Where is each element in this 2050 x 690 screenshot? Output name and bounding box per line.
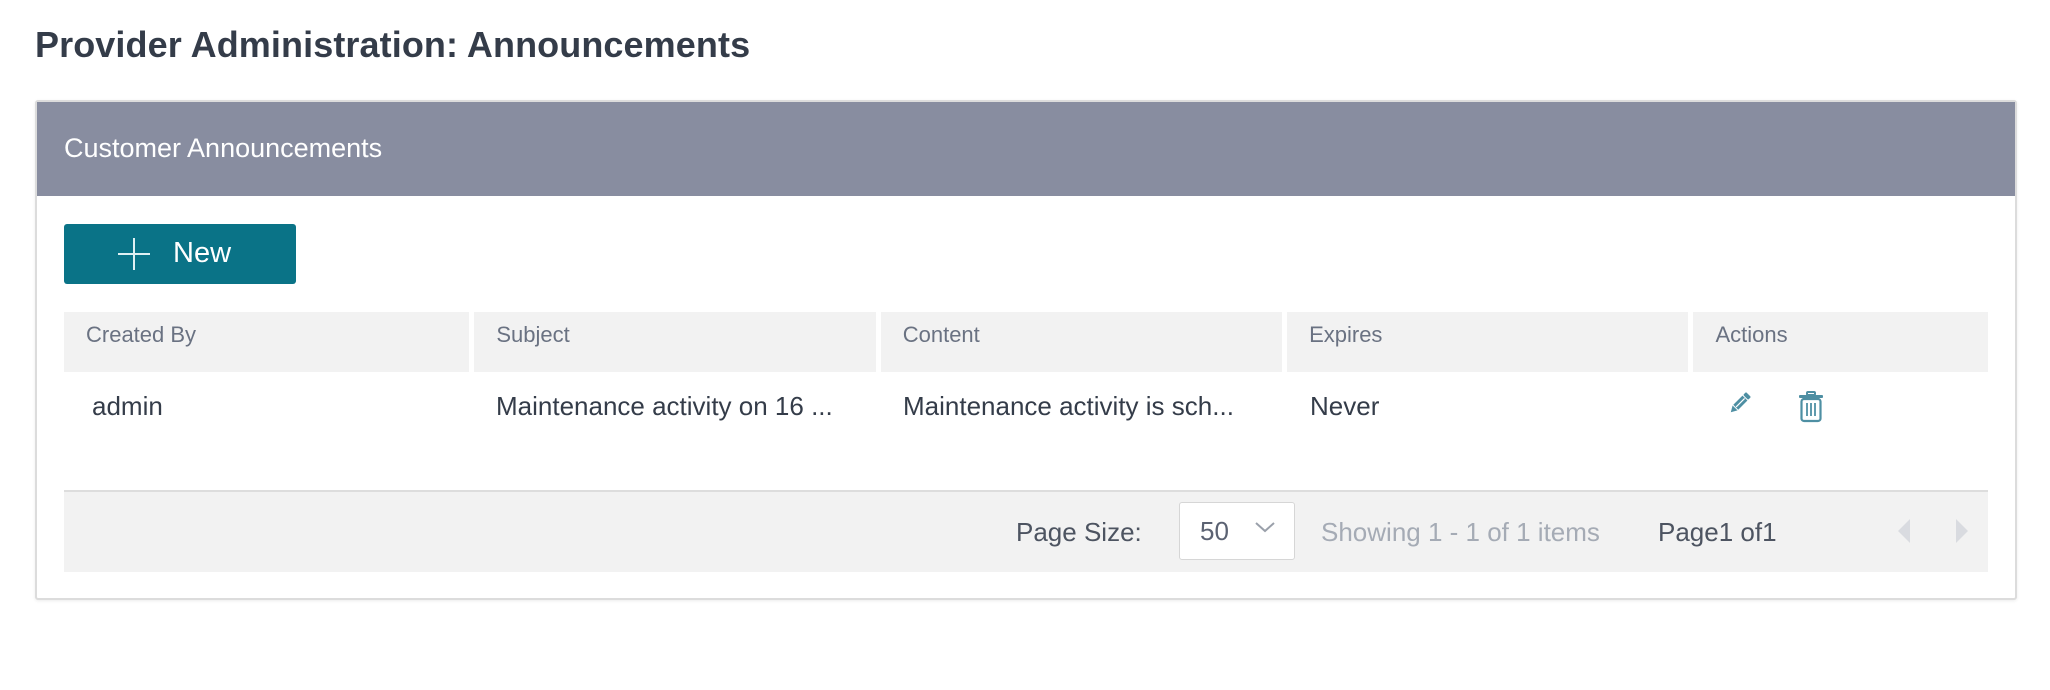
showing-items-text: Showing 1 - 1 of 1 items — [1321, 517, 1600, 547]
column-header-content[interactable]: Content — [880, 312, 1283, 372]
page-size-value: 50 — [1200, 516, 1229, 546]
page-title: Provider Administration: Announcements — [35, 24, 751, 65]
announcements-panel: Customer Announcements New Created By Su… — [35, 100, 2017, 600]
table-header: Created By Subject Content Expires Actio… — [64, 312, 1988, 372]
panel-header: Customer Announcements — [37, 102, 2015, 196]
plus-icon — [118, 238, 150, 270]
page-size-select[interactable]: 50 — [1179, 502, 1295, 560]
new-button-label: New — [173, 237, 232, 269]
chevron-right-icon[interactable] — [1952, 516, 1972, 546]
column-header-actions: Actions — [1693, 312, 1988, 372]
cell-expires: Never — [1310, 390, 1380, 421]
panel-title: Customer Announcements — [64, 133, 383, 163]
chevron-left-icon[interactable] — [1894, 516, 1914, 546]
column-header-created-by[interactable]: Created By — [64, 312, 470, 372]
edit-icon[interactable] — [1726, 389, 1754, 417]
new-announcement-button[interactable]: New — [64, 224, 296, 284]
cell-subject: Maintenance activity on 16 ... — [496, 390, 833, 421]
chevron-down-icon — [1254, 519, 1276, 535]
pager: Page Size: 50 Showing 1 - 1 of 1 items P… — [64, 490, 1988, 572]
column-header-subject[interactable]: Subject — [474, 312, 876, 372]
trash-icon[interactable] — [1798, 391, 1824, 423]
cell-actions — [1696, 389, 1988, 423]
page-info: Page1 of1 — [1658, 517, 1777, 547]
page-size-label: Page Size: — [1016, 517, 1142, 547]
table-row[interactable]: admin Maintenance activity on 16 ... Mai… — [64, 372, 1988, 440]
cell-created-by: admin — [92, 390, 163, 421]
column-header-expires[interactable]: Expires — [1287, 312, 1689, 372]
cell-content: Maintenance activity is sch... — [903, 390, 1234, 421]
